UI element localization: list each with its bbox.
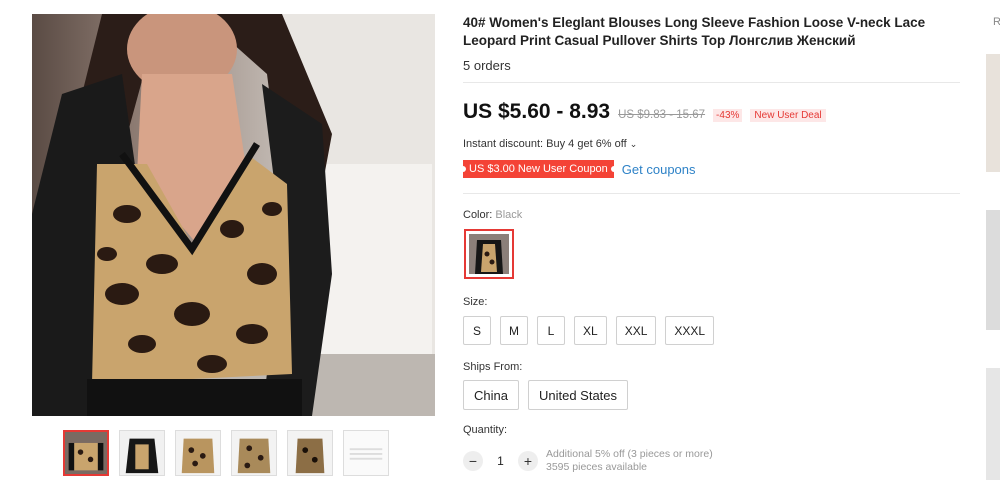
size-option-xxxl[interactable]: XXXL	[665, 316, 715, 345]
thumbnail-4[interactable]	[231, 430, 277, 476]
size-options: S M L XL XXL XXXL	[463, 316, 715, 345]
divider	[463, 82, 960, 83]
quantity-decrease-button[interactable]: −	[463, 451, 483, 471]
ships-from-label: Ships From:	[463, 361, 523, 373]
thumbnail-strip	[63, 430, 389, 476]
quantity-note: Additional 5% off (3 pieces or more) 359…	[546, 448, 713, 473]
recommendation-item[interactable]	[986, 210, 1000, 330]
get-coupons-link[interactable]: Get coupons	[622, 162, 696, 177]
instant-discount-text: Instant discount: Buy 4 get 6% off	[463, 138, 627, 150]
ships-from-united-states[interactable]: United States	[527, 380, 629, 410]
current-price: US $5.60 - 8.93	[463, 100, 611, 123]
ships-from-options: China United States	[463, 380, 629, 410]
size-option-xxl[interactable]: XXL	[615, 316, 657, 345]
size-option-l[interactable]: L	[537, 316, 565, 345]
product-main-image[interactable]	[32, 14, 435, 416]
size-option-xl[interactable]: XL	[574, 316, 607, 345]
thumbnail-6[interactable]	[343, 430, 389, 476]
size-option-m[interactable]: M	[500, 316, 528, 345]
color-label: Color: Black	[463, 209, 523, 221]
new-user-coupon[interactable]: US $3.00 New User Coupon	[463, 160, 614, 178]
quantity-increase-button[interactable]: +	[518, 451, 538, 471]
divider	[463, 193, 960, 194]
product-title: 40# Women's Eleglant Blouses Long Sleeve…	[463, 15, 926, 48]
order-count: 5 orders	[463, 58, 511, 73]
color-value: Black	[495, 209, 523, 221]
ships-from-china[interactable]: China	[463, 380, 519, 410]
quantity-stepper: − 1 + Additional 5% off (3 pieces or mor…	[463, 448, 713, 474]
quantity-label: Quantity:	[463, 424, 508, 436]
thumbnail-1[interactable]	[63, 430, 109, 476]
original-price: US $9.83 - 15.67	[618, 109, 706, 121]
recommendation-item[interactable]	[986, 368, 1000, 480]
coupon-row: US $3.00 New User Coupon Get coupons	[463, 160, 696, 178]
recommendation-item[interactable]	[986, 54, 1000, 172]
quantity-value[interactable]: 1	[483, 454, 518, 468]
thumbnail-5[interactable]	[287, 430, 333, 476]
new-user-deal-badge: New User Deal	[750, 109, 826, 122]
product-info: 40# Women's Eleglant Blouses Long Sleeve…	[463, 14, 963, 73]
chevron-down-icon: ⌄	[629, 139, 638, 149]
thumbnail-2[interactable]	[119, 430, 165, 476]
recommendations-label: R	[993, 16, 1000, 28]
price-row: US $5.60 - 8.93 US $9.83 - 15.67 -43% Ne…	[463, 100, 826, 124]
instant-discount[interactable]: Instant discount: Buy 4 get 6% off ⌄	[463, 138, 637, 150]
size-label: Size:	[463, 296, 488, 308]
color-option-black[interactable]	[464, 229, 514, 279]
discount-badge: -43%	[713, 109, 743, 122]
size-option-s[interactable]: S	[463, 316, 491, 345]
thumbnail-3[interactable]	[175, 430, 221, 476]
